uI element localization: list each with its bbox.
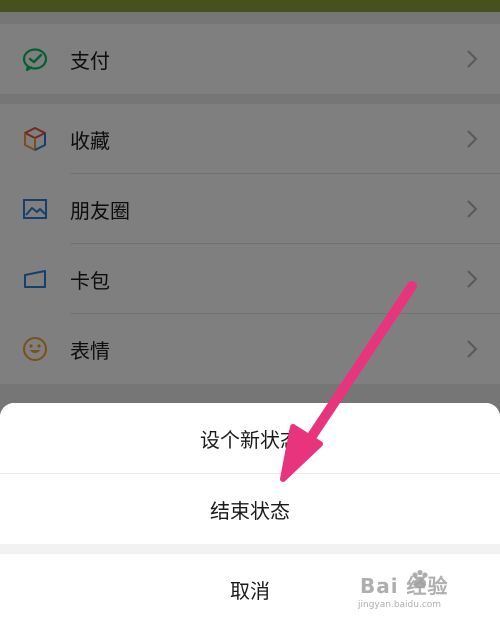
end-status-button[interactable]: 结束状态 [0, 474, 500, 544]
watermark-url: jingyan.baidu.com [358, 600, 442, 610]
baidu-jingyan-watermark: Bai 经验 jingyan.baidu.com [338, 566, 478, 616]
watermark-text: Bai 经验 [360, 574, 449, 598]
set-new-status-button[interactable]: 设个新状态 [0, 403, 500, 473]
wechat-me-screen: 支付 收藏 [0, 0, 500, 624]
